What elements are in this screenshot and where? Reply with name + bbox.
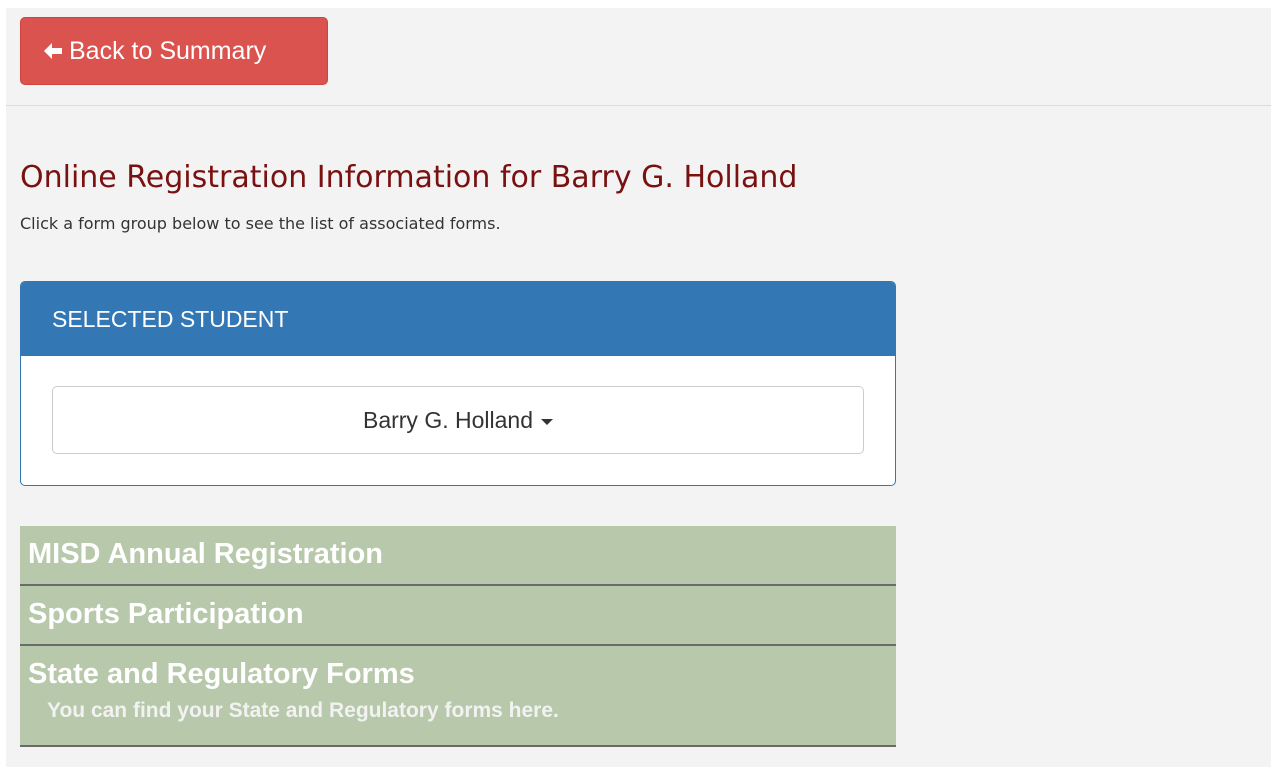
page-title: Online Registration Information for Barr… (20, 160, 798, 195)
form-group-misd-annual-registration[interactable]: MISD Annual Registration (20, 526, 896, 586)
form-group-list: MISD Annual Registration Sports Particip… (20, 526, 896, 747)
page-subtitle: Click a form group below to see the list… (20, 214, 501, 233)
form-group-title: State and Regulatory Forms (28, 658, 415, 690)
form-group-description: You can find your State and Regulatory f… (47, 699, 559, 722)
arrow-left-icon (43, 42, 63, 60)
form-group-sports-participation[interactable]: Sports Participation (20, 586, 896, 646)
form-group-state-regulatory-forms[interactable]: State and Regulatory Forms You can find … (20, 646, 896, 747)
back-button-label: Back to Summary (69, 36, 267, 65)
back-to-summary-button[interactable]: Back to Summary (20, 17, 328, 85)
selected-student-panel: SELECTED STUDENT Barry G. Holland (20, 281, 896, 486)
student-dropdown-label: Barry G. Holland (362, 406, 533, 433)
panel-heading: SELECTED STUDENT (21, 282, 895, 356)
student-dropdown[interactable]: Barry G. Holland (52, 386, 864, 454)
form-group-title: Sports Participation (28, 598, 304, 630)
page: Back to Summary Online Registration Info… (6, 8, 1271, 767)
caret-down-icon (541, 418, 553, 425)
top-toolbar: Back to Summary (6, 8, 1271, 106)
form-group-title: MISD Annual Registration (28, 538, 383, 570)
